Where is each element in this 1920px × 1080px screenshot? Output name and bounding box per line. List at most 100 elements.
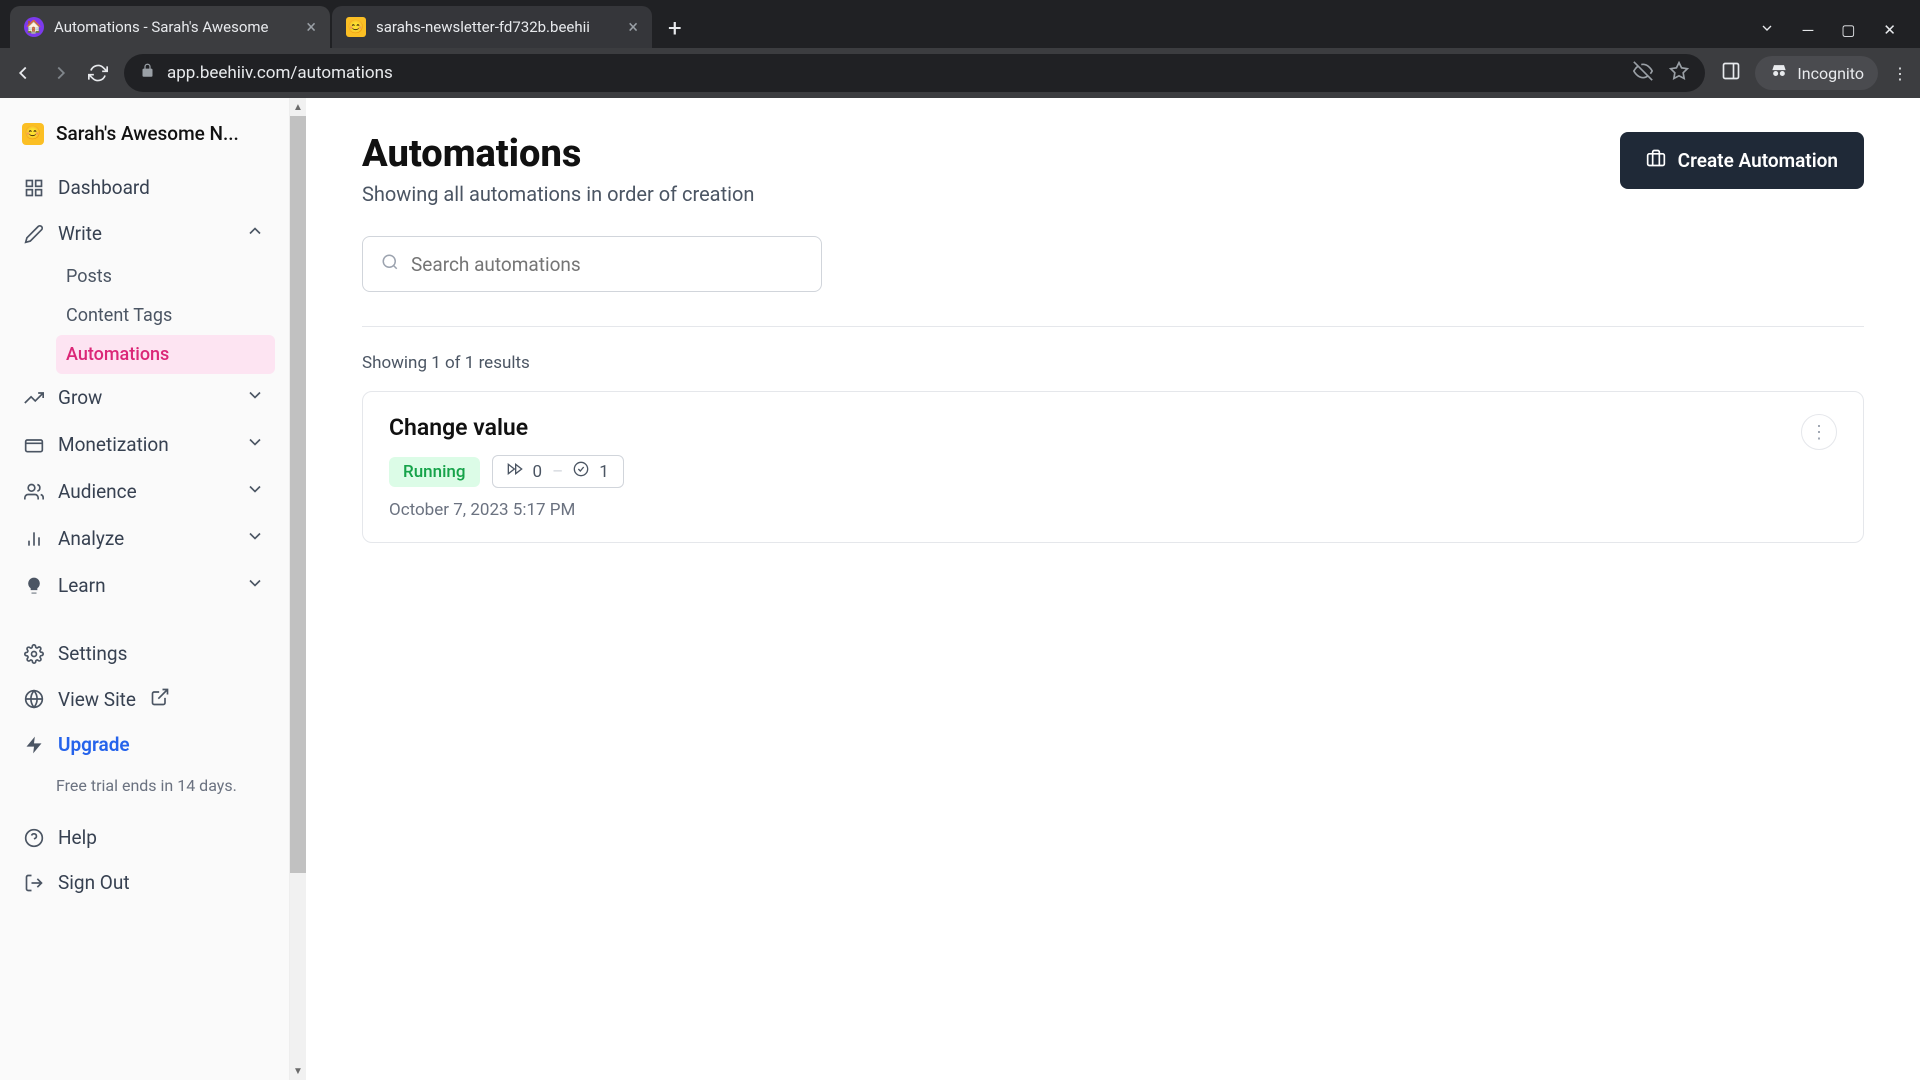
close-window-icon[interactable]: ✕ <box>1883 21 1896 39</box>
sidebar-item-label: Analyze <box>58 527 124 550</box>
sidebar-item-write[interactable]: Write <box>14 210 275 257</box>
sidebar-item-label: Help <box>58 826 97 849</box>
automation-menu-button[interactable]: ⋮ <box>1801 414 1837 450</box>
scroll-up-icon[interactable]: ▲ <box>290 98 306 116</box>
scrollbar[interactable]: ▲ ▼ <box>290 98 306 1080</box>
bar-chart-icon <box>24 529 44 549</box>
sidebar-item-label: Grow <box>58 386 102 409</box>
close-tab-icon[interactable]: × <box>628 17 638 38</box>
sidebar-item-content-tags[interactable]: Content Tags <box>56 296 275 335</box>
page-title: Automations <box>362 132 754 176</box>
trial-notice: Free trial ends in 14 days. <box>14 767 275 815</box>
sidebar-item-label: Automations <box>66 344 169 365</box>
workspace-name: Sarah's Awesome N... <box>56 122 239 145</box>
scroll-down-icon[interactable]: ▼ <box>290 1062 306 1080</box>
chevron-down-icon <box>245 526 265 551</box>
users-icon <box>24 482 44 502</box>
stats-pill: 0 – 1 <box>492 455 624 488</box>
divider <box>362 326 1864 327</box>
workspace-selector[interactable]: 😊 Sarah's Awesome N... <box>14 116 275 165</box>
bolt-icon <box>24 735 44 755</box>
browser-tab-bar: 🏠 Automations - Sarah's Awesome × 😊 sara… <box>0 0 1920 48</box>
tab-title: sarahs-newsletter-fd732b.beehii <box>376 18 618 36</box>
briefcase-icon <box>1646 148 1666 173</box>
search-input[interactable] <box>411 253 803 276</box>
incognito-icon <box>1769 61 1789 85</box>
chevron-up-icon <box>245 221 265 246</box>
sidebar-item-learn[interactable]: Learn <box>14 562 275 609</box>
sidebar-item-label: Dashboard <box>58 176 150 199</box>
chevron-down-icon <box>245 432 265 457</box>
results-count: Showing 1 of 1 results <box>362 353 1864 373</box>
sidebar-item-label: Settings <box>58 642 127 665</box>
tab-title: Automations - Sarah's Awesome <box>54 18 296 36</box>
browser-menu-icon[interactable]: ⋮ <box>1892 64 1908 83</box>
chevron-down-icon <box>245 385 265 410</box>
sidebar: 😊 Sarah's Awesome N... Dashboard Write P… <box>0 98 290 1080</box>
sidebar-item-label: Posts <box>66 266 112 287</box>
new-tab-button[interactable]: + <box>654 14 696 48</box>
incognito-label: Incognito <box>1797 64 1864 83</box>
minimize-icon[interactable]: ─ <box>1803 21 1814 39</box>
address-bar[interactable]: app.beehiiv.com/automations <box>124 54 1705 92</box>
sidebar-item-audience[interactable]: Audience <box>14 468 275 515</box>
beehiiv-favicon: 🏠 <box>24 17 44 37</box>
automation-card[interactable]: Change value Running 0 – 1 October 7, 20… <box>362 391 1864 543</box>
create-automation-button[interactable]: Create Automation <box>1620 132 1864 189</box>
maximize-icon[interactable]: ▢ <box>1841 21 1855 39</box>
sign-out-icon <box>24 873 44 893</box>
sidebar-item-settings[interactable]: Settings <box>14 631 275 676</box>
sidebar-item-label: Sign Out <box>58 871 130 894</box>
sidebar-item-upgrade[interactable]: Upgrade <box>14 722 275 767</box>
tabs-dropdown-icon[interactable] <box>1759 20 1775 40</box>
back-button[interactable] <box>12 62 34 84</box>
sidebar-item-sign-out[interactable]: Sign Out <box>14 860 275 905</box>
search-box[interactable] <box>362 236 822 292</box>
sidebar-item-label: View Site <box>58 688 136 711</box>
external-link-icon <box>150 687 170 711</box>
sidebar-item-view-site[interactable]: View Site <box>14 676 275 722</box>
status-badge: Running <box>389 457 480 487</box>
sidebar-item-label: Audience <box>58 480 137 503</box>
sidebar-item-automations[interactable]: Automations <box>56 335 275 374</box>
scrollbar-thumb[interactable] <box>290 116 306 873</box>
main-content: Automations Showing all automations in o… <box>306 98 1920 1080</box>
sidebar-item-posts[interactable]: Posts <box>56 257 275 296</box>
page-subtitle: Showing all automations in order of crea… <box>362 182 754 206</box>
sidebar-item-label: Write <box>58 222 102 245</box>
close-tab-icon[interactable]: × <box>306 17 316 38</box>
workspace-icon: 😊 <box>22 123 44 145</box>
button-label: Create Automation <box>1678 149 1838 172</box>
running-count: 0 <box>533 462 543 482</box>
tracking-icon[interactable] <box>1633 61 1653 86</box>
wallet-icon <box>24 435 44 455</box>
sidebar-item-grow[interactable]: Grow <box>14 374 275 421</box>
sidebar-item-label: Learn <box>58 574 106 597</box>
sidebar-item-label: Content Tags <box>66 305 172 326</box>
browser-tab-active[interactable]: 🏠 Automations - Sarah's Awesome × <box>10 6 330 48</box>
incognito-badge[interactable]: Incognito <box>1755 56 1878 90</box>
browser-toolbar: app.beehiiv.com/automations Incognito ⋮ <box>0 48 1920 98</box>
chevron-down-icon <box>245 479 265 504</box>
automation-name: Change value <box>389 414 624 441</box>
window-controls: ─ ▢ ✕ <box>1759 20 1920 48</box>
sidebar-item-help[interactable]: Help <box>14 815 275 860</box>
site-favicon: 😊 <box>346 17 366 37</box>
sidebar-item-analyze[interactable]: Analyze <box>14 515 275 562</box>
sidebar-item-monetization[interactable]: Monetization <box>14 421 275 468</box>
browser-tab[interactable]: 😊 sarahs-newsletter-fd732b.beehii × <box>332 6 652 48</box>
sidebar-item-label: Upgrade <box>58 733 130 756</box>
chevron-down-icon <box>245 573 265 598</box>
globe-icon <box>24 689 44 709</box>
forward-button[interactable] <box>50 62 72 84</box>
sidebar-item-label: Monetization <box>58 433 169 456</box>
search-icon <box>381 253 399 276</box>
sidebar-item-dashboard[interactable]: Dashboard <box>14 165 275 210</box>
bookmark-icon[interactable] <box>1669 61 1689 86</box>
dots-vertical-icon: ⋮ <box>1810 422 1828 443</box>
reload-button[interactable] <box>88 63 108 83</box>
lightbulb-icon <box>24 576 44 596</box>
url-text: app.beehiiv.com/automations <box>167 63 393 83</box>
side-panel-icon[interactable] <box>1721 61 1741 85</box>
help-icon <box>24 828 44 848</box>
